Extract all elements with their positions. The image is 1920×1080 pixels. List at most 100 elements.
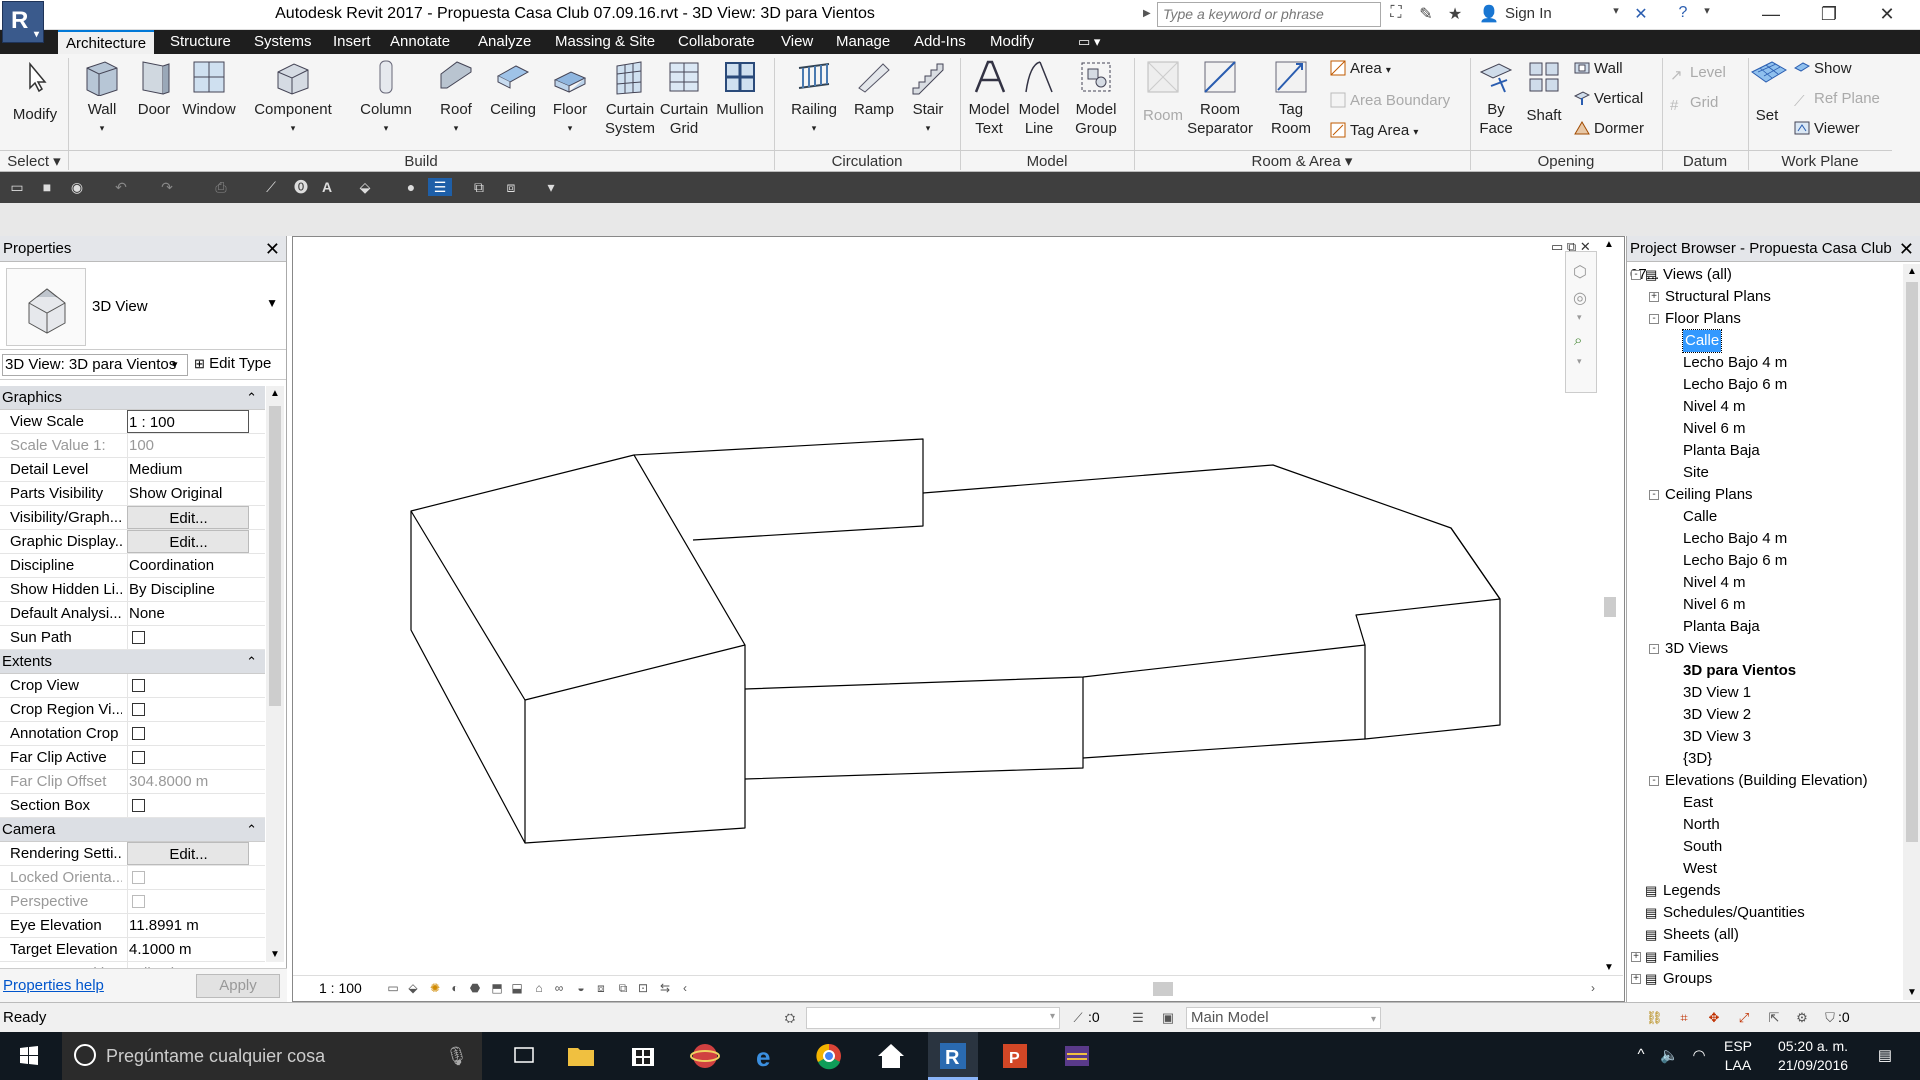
browser-node[interactable]: ▤ Legends	[1627, 880, 1902, 902]
view-cube-icon[interactable]: ⬡	[1573, 262, 1587, 282]
properties-scrollbar[interactable]: ▲ ▼	[266, 386, 284, 962]
modify-button[interactable]: Modify	[8, 58, 62, 124]
viewer-button[interactable]: Viewer	[1794, 118, 1860, 140]
search-input[interactable]: Type a keyword or phrase	[1157, 2, 1381, 27]
browser-node[interactable]: + ▤ Families	[1627, 946, 1902, 968]
vscroll-down-icon[interactable]: ▼	[1604, 962, 1614, 973]
vscroll-up-icon[interactable]: ▲	[1604, 239, 1614, 250]
taskbar-file-explorer[interactable]	[556, 1032, 606, 1080]
minimize-button[interactable]: —	[1748, 0, 1794, 30]
active-workset-select[interactable]: ▾	[806, 1007, 1060, 1029]
tab-add-ins[interactable]: Add-Ins	[906, 30, 974, 54]
steering-wheel-icon[interactable]: ◎	[1573, 288, 1587, 308]
browser-node[interactable]: 3D View 3	[1627, 726, 1902, 748]
tag-room-button[interactable]: Tag Room	[1266, 58, 1316, 138]
browser-node[interactable]: Calle	[1627, 329, 1902, 353]
ref-plane-button[interactable]: ⟋ Ref Plane	[1794, 88, 1880, 110]
stair-dropdown-icon[interactable]: ▾	[905, 119, 951, 138]
tag-area-dropdown-icon[interactable]: ▾	[1413, 127, 1418, 138]
browser-node[interactable]: Lecho Bajo 6 m	[1627, 550, 1902, 572]
ramp-button[interactable]: Ramp	[850, 58, 898, 119]
browser-scroll-thumb[interactable]	[1906, 282, 1918, 842]
redo-icon[interactable]: ↷	[158, 178, 176, 196]
property-checkbox[interactable]	[132, 631, 145, 644]
model-group-button[interactable]: Model Group	[1068, 58, 1124, 138]
tray-overflow-icon[interactable]: ^	[1632, 1046, 1650, 1064]
type-selector[interactable]: 3D View ▼	[0, 262, 286, 350]
property-value[interactable]: 11.8991 m	[127, 914, 249, 937]
panel-room-area[interactable]: Room & Area ▾	[1134, 150, 1470, 172]
action-center-icon[interactable]: ▤	[1876, 1046, 1894, 1064]
browser-scrollbar[interactable]: ▲ ▼	[1903, 264, 1920, 1000]
property-value[interactable]: 1 : 100	[127, 410, 249, 433]
show-crop-icon[interactable]: ⬓	[509, 981, 525, 997]
set-work-plane-button[interactable]: Set	[1750, 58, 1787, 125]
background-processes-icon[interactable]: ⚙	[1794, 1010, 1810, 1026]
property-checkbox[interactable]	[132, 727, 145, 740]
undo-icon[interactable]: ↶	[112, 178, 130, 196]
property-edit-button[interactable]: Edit...	[127, 842, 249, 865]
apply-button[interactable]: Apply	[196, 974, 280, 998]
cortana-search[interactable]: Pregúntame cualquier cosa 🎙	[62, 1032, 482, 1080]
property-section[interactable]: Camera ⌃	[0, 818, 265, 842]
railing-button[interactable]: Railing ▾	[784, 58, 844, 138]
tab-insert[interactable]: Insert	[325, 30, 379, 54]
select-links-icon[interactable]: ⛓	[1646, 1010, 1663, 1026]
workset-icon[interactable]: ⛭	[782, 1010, 798, 1026]
property-section[interactable]: Graphics ⌃	[0, 386, 265, 410]
shadows-icon[interactable]: ◐	[447, 981, 463, 997]
start-button[interactable]	[0, 1032, 58, 1080]
sign-in-dropdown-icon[interactable]: ▾	[1605, 4, 1627, 26]
room-separator-button[interactable]: Room Separator	[1186, 58, 1254, 138]
workset-dropdown-icon[interactable]: ▾	[1050, 1011, 1055, 1022]
room-button[interactable]: Room	[1140, 58, 1186, 125]
worksharing-icon[interactable]: ⧈	[593, 981, 609, 997]
scroll-up-icon[interactable]: ▲	[270, 388, 280, 399]
browser-node[interactable]: Calle	[1627, 506, 1902, 528]
component-button[interactable]: Component ▾	[250, 58, 336, 138]
design-option-select[interactable]: Main Model ▾	[1186, 1007, 1381, 1029]
search-expand-icon[interactable]: ▶	[1143, 8, 1151, 19]
taskbar-game-app[interactable]	[680, 1032, 730, 1080]
zoom-icon[interactable]: ⌕	[1574, 332, 1582, 349]
property-checkbox[interactable]	[132, 703, 145, 716]
browser-node[interactable]: ▤ Sheets (all)	[1627, 924, 1902, 946]
browser-node[interactable]: Site	[1627, 462, 1902, 484]
roof-dropdown-icon[interactable]: ▾	[432, 119, 480, 138]
drag-elements-icon[interactable]: ⇱	[1766, 1010, 1782, 1026]
window-button[interactable]: Window	[182, 58, 236, 119]
sync-icon[interactable]: ◉	[68, 178, 86, 196]
grid-button[interactable]: # Grid	[1670, 92, 1718, 114]
stair-button[interactable]: Stair ▾	[905, 58, 951, 138]
curtain-system-button[interactable]: Curtain System	[600, 58, 660, 138]
view-hscroll-thumb[interactable]	[1153, 982, 1173, 996]
temporary-hide-icon[interactable]: ∞	[551, 981, 567, 997]
browser-node[interactable]: - Floor Plans	[1627, 308, 1902, 330]
taskbar-home[interactable]	[866, 1032, 916, 1080]
browser-scroll-down-icon[interactable]: ▼	[1907, 987, 1917, 998]
property-value[interactable]: By Discipline	[127, 578, 249, 601]
switch-windows-icon[interactable]: ⧈	[502, 178, 520, 196]
view-minimize-icon[interactable]: ▭	[1551, 239, 1563, 254]
collapse-node-icon[interactable]: -	[1649, 490, 1659, 500]
dimension-icon[interactable]: ⓿	[292, 178, 310, 196]
expand-node-icon[interactable]: +	[1631, 974, 1641, 984]
browser-node[interactable]: + Structural Plans	[1627, 286, 1902, 308]
browser-node[interactable]: East	[1627, 792, 1902, 814]
tab-massing-site[interactable]: Massing & Site	[547, 30, 663, 54]
unlocked-3d-view-icon[interactable]: ⌂	[531, 981, 547, 997]
show-analytical-icon[interactable]: ⊡	[635, 981, 651, 997]
favorites-star-icon[interactable]: ★	[1444, 4, 1466, 26]
browser-node[interactable]: 3D para Vientos	[1627, 660, 1902, 682]
open-icon[interactable]: ▭	[8, 178, 26, 196]
close-window-button[interactable]: ✕	[1864, 0, 1910, 30]
clock[interactable]: 05:20 a. m. 21/09/2016	[1768, 1037, 1858, 1075]
select-pinned-icon[interactable]: ✥	[1706, 1010, 1722, 1026]
browser-node[interactable]: - Elevations (Building Elevation)	[1627, 770, 1902, 792]
collapse-section-icon[interactable]: ⌃	[246, 818, 257, 842]
panel-toggle-icon[interactable]: ▭ ▾	[1070, 30, 1108, 54]
shaft-button[interactable]: Shaft	[1522, 58, 1566, 125]
type-dropdown-icon[interactable]: ▼	[266, 296, 278, 310]
browser-node[interactable]: Lecho Bajo 4 m	[1627, 528, 1902, 550]
area-boundary-button[interactable]: Area Boundary	[1330, 90, 1450, 112]
